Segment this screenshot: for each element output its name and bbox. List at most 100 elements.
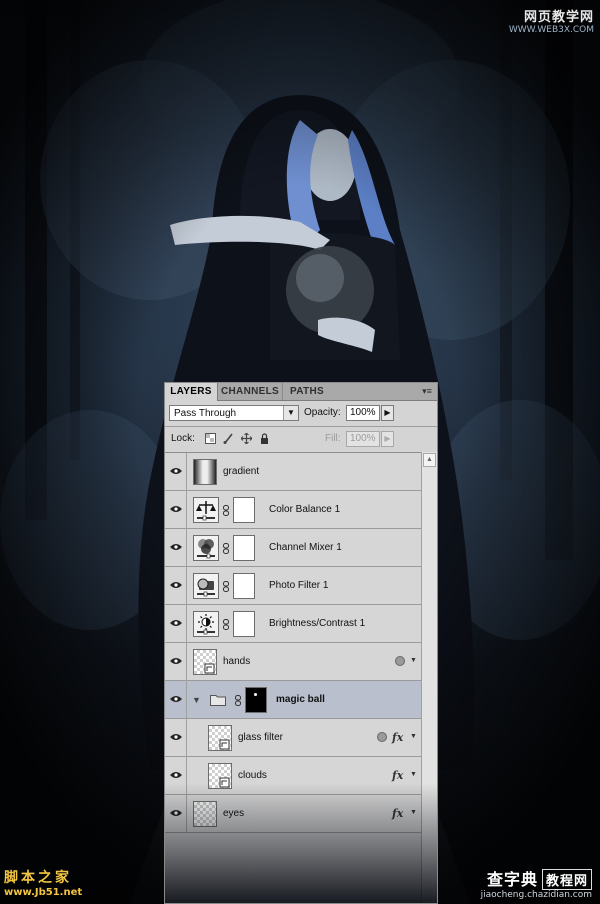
panel-menu-icon[interactable]: ▾≡ bbox=[420, 386, 434, 397]
expand-effects-arrow-icon[interactable]: ▼ bbox=[410, 809, 417, 816]
layer-name[interactable]: Channel Mixer 1 bbox=[269, 529, 342, 567]
layer-thumbnail bbox=[193, 459, 217, 485]
smart-object-thumbnail bbox=[193, 801, 217, 827]
layer-mask-thumbnail[interactable] bbox=[233, 535, 255, 561]
eye-icon[interactable] bbox=[170, 505, 182, 513]
layers-list: gradient Color Balance 1 Channel Mixer 1 bbox=[165, 452, 421, 903]
visibility-toggle[interactable] bbox=[165, 605, 187, 643]
fill-label: Fill: bbox=[325, 433, 341, 444]
watermark-title: 脚本之家 bbox=[4, 870, 72, 886]
watermark-bottom-left: 脚本之家 www.Jb51.net bbox=[4, 867, 82, 898]
layer-effects-fx-icon[interactable]: fx bbox=[392, 731, 403, 744]
link-chain-icon[interactable] bbox=[235, 695, 241, 706]
eye-icon[interactable] bbox=[170, 733, 182, 741]
watermark-box-text: 教程网 bbox=[541, 869, 592, 890]
layer-mask-thumbnail[interactable] bbox=[233, 497, 255, 523]
visibility-toggle[interactable] bbox=[165, 757, 187, 795]
watermark-title: 查字典 教程网 bbox=[481, 866, 592, 890]
layer-row-magic-ball-group[interactable]: ▼ magic ball bbox=[165, 681, 421, 719]
layer-mask-thumbnail[interactable] bbox=[233, 611, 255, 637]
visibility-toggle[interactable] bbox=[165, 795, 187, 833]
visibility-toggle[interactable] bbox=[165, 643, 187, 681]
panel-tab-bar: LAYERS CHANNELS PATHS ▾≡ bbox=[165, 383, 437, 401]
layer-name[interactable]: magic ball bbox=[276, 681, 325, 719]
lock-position-move-icon[interactable] bbox=[240, 432, 253, 445]
tab-paths[interactable]: PATHS bbox=[283, 383, 331, 400]
blend-mode-value: Pass Through bbox=[174, 408, 237, 419]
layer-name[interactable]: gradient bbox=[223, 453, 259, 491]
expand-effects-arrow-icon[interactable]: ▼ bbox=[410, 733, 417, 740]
visibility-toggle[interactable] bbox=[165, 453, 187, 491]
layer-row-glass-filter[interactable]: glass filter fx ▼ bbox=[165, 719, 421, 757]
layer-row-color-balance[interactable]: Color Balance 1 bbox=[165, 491, 421, 529]
watermark-url: www.Jb51.net bbox=[4, 887, 83, 898]
link-chain-icon[interactable] bbox=[223, 543, 229, 554]
layer-name[interactable]: Brightness/Contrast 1 bbox=[269, 605, 365, 643]
fill-input[interactable]: 100% bbox=[346, 431, 380, 447]
lock-transparency-icon[interactable] bbox=[205, 433, 216, 444]
eye-icon[interactable] bbox=[170, 695, 182, 703]
link-chain-icon[interactable] bbox=[223, 581, 229, 592]
visibility-toggle[interactable] bbox=[165, 491, 187, 529]
fill-slider-arrow-icon[interactable]: ▶ bbox=[381, 431, 394, 447]
watermark-url: jiaocheng.chazidian.com bbox=[480, 890, 592, 900]
opacity-input[interactable]: 100% bbox=[346, 405, 380, 421]
group-expand-triangle-icon[interactable]: ▼ bbox=[192, 695, 201, 705]
channel-mixer-icon bbox=[193, 535, 219, 561]
eye-icon[interactable] bbox=[170, 581, 182, 589]
layer-mask-thumbnail[interactable] bbox=[233, 573, 255, 599]
expand-effects-arrow-icon[interactable]: ▼ bbox=[410, 657, 417, 664]
layer-effects-fx-icon[interactable]: fx bbox=[392, 807, 403, 820]
visibility-toggle[interactable] bbox=[165, 719, 187, 757]
lock-all-padlock-icon[interactable] bbox=[259, 433, 270, 444]
visibility-toggle[interactable] bbox=[165, 567, 187, 605]
smart-object-thumbnail bbox=[208, 763, 232, 789]
layer-row-channel-mixer[interactable]: Channel Mixer 1 bbox=[165, 529, 421, 567]
link-chain-icon[interactable] bbox=[223, 619, 229, 630]
visibility-toggle[interactable] bbox=[165, 529, 187, 567]
eye-icon[interactable] bbox=[170, 619, 182, 627]
smart-object-thumbnail bbox=[193, 649, 217, 675]
smart-object-thumbnail bbox=[208, 725, 232, 751]
group-mask-thumbnail[interactable] bbox=[245, 687, 267, 713]
layer-name[interactable]: Photo Filter 1 bbox=[269, 567, 328, 605]
blend-mode-select[interactable]: Pass Through ▼ bbox=[169, 405, 299, 421]
eye-icon[interactable] bbox=[170, 543, 182, 551]
lock-pixels-brush-icon[interactable] bbox=[223, 433, 234, 444]
chevron-down-icon[interactable]: ▼ bbox=[283, 406, 298, 420]
layer-row-eyes[interactable]: eyes fx ▼ bbox=[165, 795, 421, 833]
eye-icon[interactable] bbox=[170, 657, 182, 665]
layer-row-clouds[interactable]: clouds fx ▼ bbox=[165, 757, 421, 795]
eye-icon[interactable] bbox=[170, 771, 182, 779]
layer-name[interactable]: clouds bbox=[238, 757, 267, 795]
watermark-title: 网页教学网 bbox=[523, 10, 594, 25]
blending-options-icon[interactable] bbox=[377, 732, 387, 742]
opacity-slider-arrow-icon[interactable]: ▶ bbox=[381, 405, 394, 421]
tab-channels[interactable]: CHANNELS bbox=[218, 383, 283, 400]
layer-name[interactable]: glass filter bbox=[238, 719, 283, 757]
link-chain-icon[interactable] bbox=[223, 505, 229, 516]
layer-row-gradient[interactable]: gradient bbox=[165, 453, 421, 491]
layers-panel: LAYERS CHANNELS PATHS ▾≡ Pass Through ▼ … bbox=[164, 382, 438, 904]
eye-icon[interactable] bbox=[170, 809, 182, 817]
visibility-toggle[interactable] bbox=[165, 681, 187, 719]
layer-name[interactable]: hands bbox=[223, 643, 250, 681]
expand-effects-arrow-icon[interactable]: ▼ bbox=[410, 771, 417, 778]
layer-name[interactable]: Color Balance 1 bbox=[269, 491, 340, 529]
lock-label: Lock: bbox=[171, 433, 195, 444]
layer-row-hands[interactable]: hands ▼ bbox=[165, 643, 421, 681]
watermark-top-right: 网页教学网 WWW.WEB3X.COM bbox=[509, 6, 594, 35]
layer-name[interactable]: eyes bbox=[223, 795, 244, 833]
scroll-up-arrow-icon[interactable]: ▲ bbox=[423, 453, 436, 467]
photo-filter-icon bbox=[193, 573, 219, 599]
layers-scrollbar[interactable]: ▲ bbox=[421, 452, 437, 903]
opacity-label: Opacity: bbox=[304, 407, 341, 418]
layer-row-photo-filter[interactable]: Photo Filter 1 bbox=[165, 567, 421, 605]
watermark-url: WWW.WEB3X.COM bbox=[508, 25, 594, 35]
eye-icon[interactable] bbox=[170, 467, 182, 475]
blending-options-icon[interactable] bbox=[395, 656, 405, 666]
layer-effects-fx-icon[interactable]: fx bbox=[392, 769, 403, 782]
tab-layers[interactable]: LAYERS bbox=[165, 383, 218, 401]
divider bbox=[165, 426, 437, 427]
layer-row-brightness-contrast[interactable]: Brightness/Contrast 1 bbox=[165, 605, 421, 643]
